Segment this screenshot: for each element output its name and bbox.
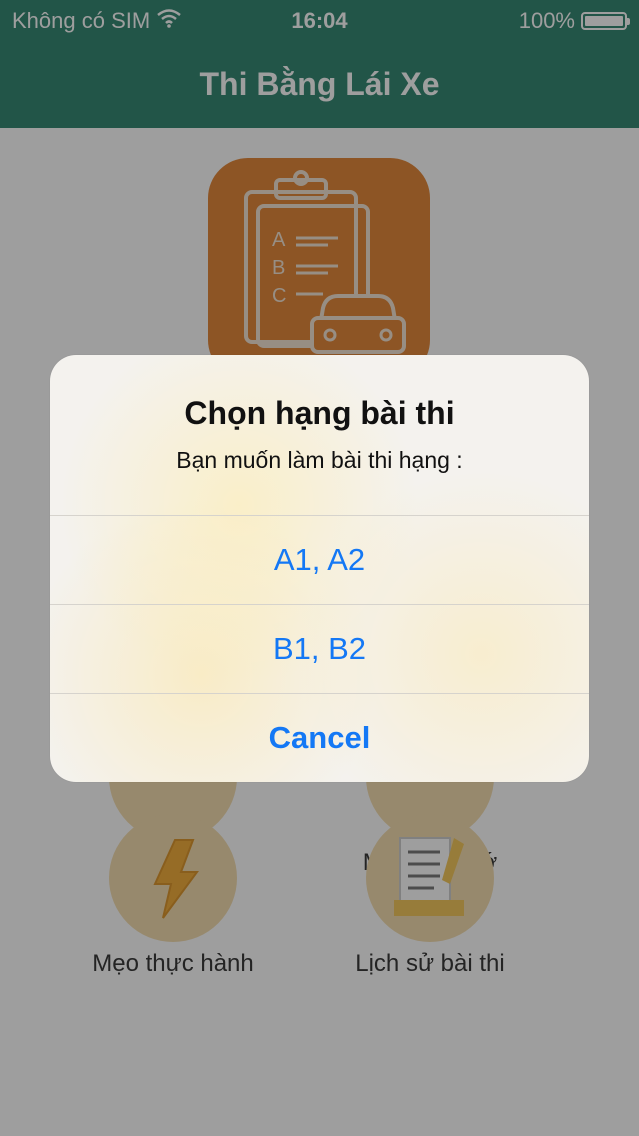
option-b1-b2-button[interactable]: B1, B2	[50, 604, 589, 693]
cancel-button[interactable]: Cancel	[50, 693, 589, 782]
alert-message: Bạn muốn làm bài thi hạng :	[176, 447, 463, 473]
exam-class-alert: Chọn hạng bài thi Bạn muốn làm bài thi h…	[50, 355, 589, 782]
alert-title: Chọn hạng bài thi	[184, 395, 455, 431]
option-a1-a2-button[interactable]: A1, A2	[50, 515, 589, 604]
